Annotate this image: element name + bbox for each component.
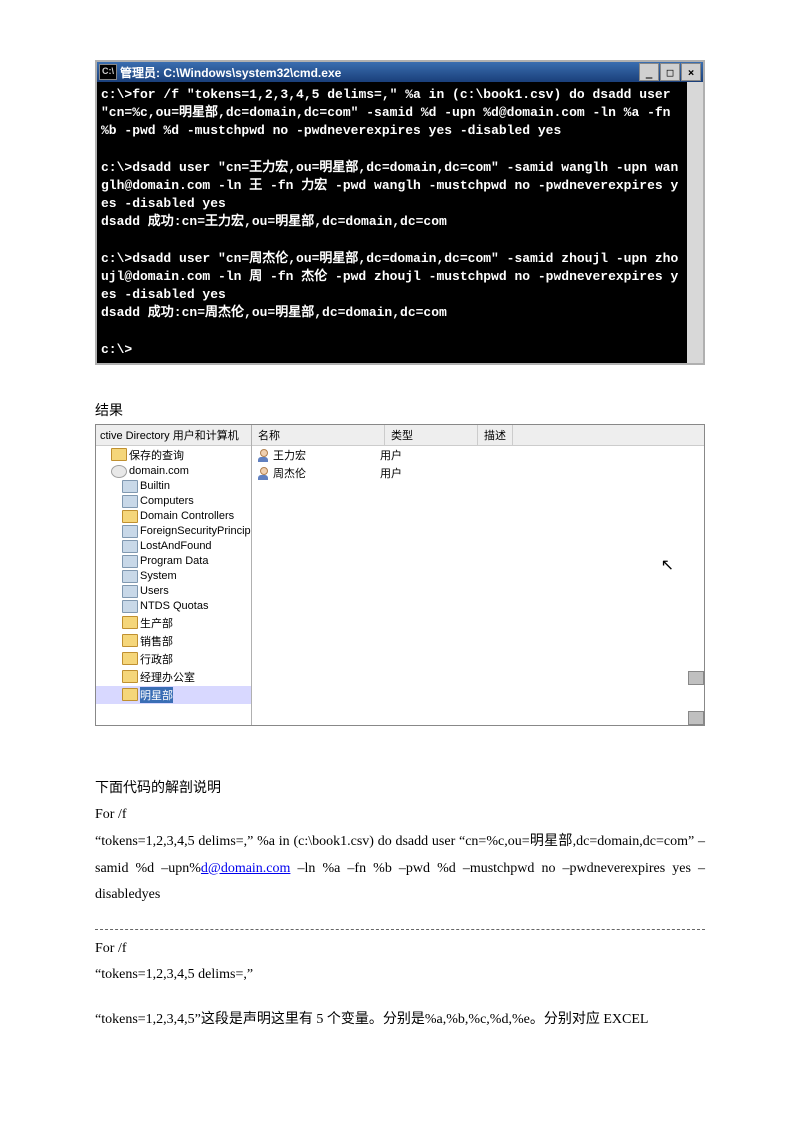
folder-icon	[122, 525, 138, 538]
cmd-output: c:\>for /f "tokens=1,2,3,4,5 delims=," %…	[97, 82, 703, 363]
folder-icon	[122, 670, 138, 683]
cmd-title: 管理员: C:\Windows\system32\cmd.exe	[120, 64, 639, 81]
minimize-button[interactable]: _	[639, 63, 659, 81]
explain-l1: For /f	[95, 802, 705, 829]
user-icon	[256, 466, 270, 480]
ad-list-panel: 名称 类型 描述 王力宏用户周杰伦用户 ↖	[252, 425, 704, 725]
tree-item-label: System	[140, 570, 177, 582]
explain-l4: “tokens=1,2,3,4,5 delims=,”	[95, 962, 705, 989]
tree-item-label: LostAndFound	[140, 540, 212, 552]
cmd-titlebar: C:\ 管理员: C:\Windows\system32\cmd.exe _ □…	[97, 62, 703, 82]
tree-item[interactable]: 经理办公室	[96, 668, 251, 686]
tree-item[interactable]: Computers	[96, 494, 251, 509]
tree-item-label: 生产部	[140, 615, 173, 631]
user-name: 周杰伦	[273, 465, 306, 481]
explanation-text: 下面代码的解剖说明 For /f “tokens=1,2,3,4,5 delim…	[95, 776, 705, 1034]
tree-item-label: 保存的查询	[129, 447, 184, 463]
list-item[interactable]: 周杰伦 用户	[252, 464, 704, 482]
folder-icon	[122, 555, 138, 568]
tree-item[interactable]: 明星部	[96, 686, 251, 704]
folder-icon	[122, 688, 138, 701]
tree-item-label: 行政部	[140, 651, 173, 667]
tree-item[interactable]: NTDS Quotas	[96, 599, 251, 614]
user-type: 用户	[380, 447, 460, 463]
maximize-button[interactable]: □	[660, 63, 680, 81]
explain-l3: For /f	[95, 936, 705, 963]
tree-item-label: Computers	[140, 495, 194, 507]
list-item[interactable]: 王力宏 用户	[252, 446, 704, 464]
user-type: 用户	[380, 465, 460, 481]
tree-item[interactable]: LostAndFound	[96, 539, 251, 554]
tree-item-label: Program Data	[140, 555, 208, 567]
tree-item[interactable]: Program Data	[96, 554, 251, 569]
explain-l5: “tokens=1,2,3,4,5”这段是声明这里有 5 个变量。分别是%a,%…	[95, 1007, 705, 1034]
tree-item[interactable]: 销售部	[96, 632, 251, 650]
ad-tree-title: ctive Directory 用户和计算机	[96, 425, 251, 446]
tree-item-label: Users	[140, 585, 169, 597]
folder-icon	[111, 465, 127, 478]
cursor-icon: ↖	[661, 555, 674, 575]
ad-list-header: 名称 类型 描述	[252, 425, 704, 446]
folder-icon	[122, 652, 138, 665]
close-button[interactable]: ×	[681, 63, 701, 81]
col-desc[interactable]: 描述	[478, 425, 513, 445]
col-name[interactable]: 名称	[252, 425, 385, 445]
scrollbar-thumb[interactable]	[688, 711, 704, 725]
result-label: 结果	[95, 400, 705, 420]
folder-icon	[122, 510, 138, 523]
folder-icon	[122, 585, 138, 598]
tree-item[interactable]: Domain Controllers	[96, 509, 251, 524]
tree-item[interactable]: 行政部	[96, 650, 251, 668]
tree-item-label: Domain Controllers	[140, 510, 234, 522]
tree-item-label: 经理办公室	[140, 669, 195, 685]
ad-window: ctive Directory 用户和计算机 保存的查询 domain.com Bu…	[95, 424, 705, 726]
folder-icon	[122, 495, 138, 508]
tree-item[interactable]: Builtin	[96, 479, 251, 494]
col-type[interactable]: 类型	[385, 425, 478, 445]
folder-icon	[122, 570, 138, 583]
folder-icon	[122, 600, 138, 613]
folder-icon	[122, 616, 138, 629]
tree-item-label: Builtin	[140, 480, 170, 492]
domain-link[interactable]: d@domain.com	[201, 861, 291, 876]
tree-item[interactable]: ForeignSecurityPrincip	[96, 524, 251, 539]
cmd-window: C:\ 管理员: C:\Windows\system32\cmd.exe _ □…	[95, 60, 705, 365]
tree-item-label: ForeignSecurityPrincip	[140, 525, 251, 537]
tree-item-label: domain.com	[129, 465, 189, 477]
user-icon	[256, 448, 270, 462]
folder-icon	[122, 480, 138, 493]
tree-item[interactable]: domain.com	[96, 464, 251, 479]
folder-icon	[122, 540, 138, 553]
tree-item-label: 明星部	[140, 687, 173, 703]
divider	[95, 929, 705, 930]
cmd-icon: C:\	[99, 64, 117, 80]
scrollbar-thumb[interactable]	[688, 671, 704, 685]
user-name: 王力宏	[273, 447, 306, 463]
tree-item-label: NTDS Quotas	[140, 600, 208, 612]
tree-item[interactable]: System	[96, 569, 251, 584]
tree-item[interactable]: 生产部	[96, 614, 251, 632]
folder-icon	[111, 448, 127, 461]
tree-item[interactable]: Users	[96, 584, 251, 599]
tree-item-label: 销售部	[140, 633, 173, 649]
explain-l2: “tokens=1,2,3,4,5 delims=,” %a in (c:\bo…	[95, 829, 705, 909]
folder-icon	[122, 634, 138, 647]
ad-tree[interactable]: 保存的查询 domain.com Builtin Computers Domain Co…	[96, 446, 251, 704]
explain-heading: 下面代码的解剖说明	[95, 776, 705, 803]
tree-item[interactable]: 保存的查询	[96, 446, 251, 464]
ad-tree-panel: ctive Directory 用户和计算机 保存的查询 domain.com Bu…	[96, 425, 252, 725]
